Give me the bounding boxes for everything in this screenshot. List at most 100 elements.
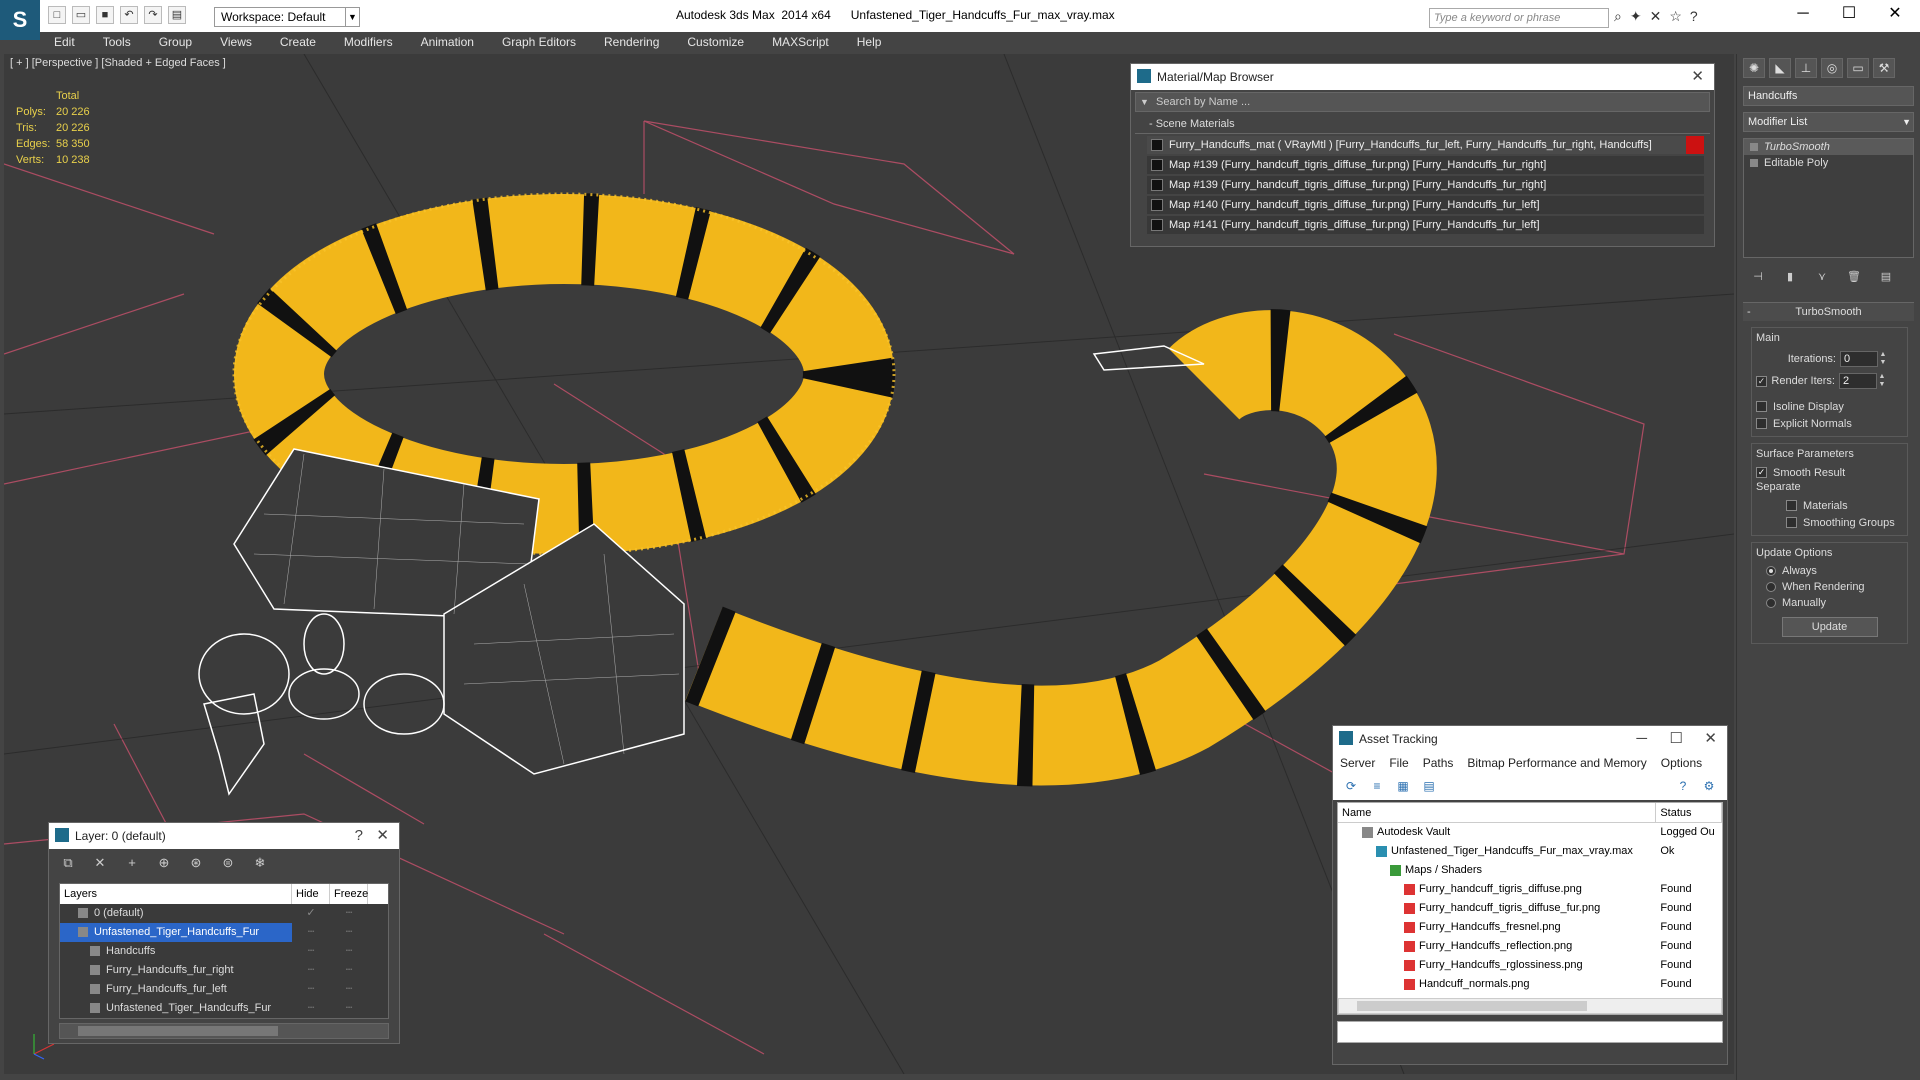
list-view-icon[interactable]: ≡ <box>1369 779 1385 795</box>
create-layer-icon[interactable]: ⧉ <box>59 855 77 873</box>
asset-path-field[interactable] <box>1337 1021 1723 1043</box>
explicit-normals-checkbox[interactable] <box>1756 418 1767 429</box>
menu-paths[interactable]: Paths <box>1416 752 1461 774</box>
freeze-all-layers-icon[interactable]: ❄ <box>251 855 269 873</box>
rollout-header[interactable]: - TurboSmooth <box>1743 303 1914 321</box>
select-in-layer-icon[interactable]: ⊕ <box>155 855 173 873</box>
viewport-label[interactable]: [ + ] [Perspective ] [Shaded + Edged Fac… <box>10 57 226 69</box>
hide-toggle[interactable]: ┄ <box>292 999 330 1018</box>
menu-help[interactable]: Help <box>843 35 896 49</box>
menu-rendering[interactable]: Rendering <box>590 35 673 49</box>
map-item[interactable]: Map #141 (Furry_handcuff_tigris_diffuse_… <box>1147 216 1704 234</box>
asset-row[interactable]: Maps / Shaders <box>1338 861 1722 880</box>
asset-row[interactable]: Furry_Handcuffs_reflection.png Found <box>1338 937 1722 956</box>
close-icon[interactable]: ✕ <box>1691 64 1704 90</box>
menu-group[interactable]: Group <box>145 35 206 49</box>
settings-icon[interactable]: ⚙ <box>1701 779 1717 795</box>
close-icon[interactable]: ✕ <box>376 823 389 849</box>
undo-icon[interactable]: ↶ <box>120 6 138 24</box>
menu-views[interactable]: Views <box>206 35 266 49</box>
freeze-toggle[interactable]: ┄ <box>330 999 368 1018</box>
minimize-icon[interactable]: ─ <box>1636 726 1647 752</box>
menu-options[interactable]: Options <box>1654 752 1709 774</box>
freeze-column-header[interactable]: Freeze <box>330 884 368 904</box>
maximize-button[interactable]: ☐ <box>1826 0 1872 30</box>
menu-maxscript[interactable]: MAXScript <box>758 35 843 49</box>
minimize-button[interactable]: ─ <box>1780 0 1826 30</box>
menu-graph-editors[interactable]: Graph Editors <box>488 35 590 49</box>
layer-row[interactable]: Furry_Handcuffs_fur_left ┄ ┄ <box>60 980 388 999</box>
open-file-icon[interactable]: ▭ <box>72 6 90 24</box>
smoothing-groups-checkbox[interactable] <box>1786 517 1797 528</box>
menu-bitmap-performance[interactable]: Bitmap Performance and Memory <box>1460 752 1653 774</box>
menu-server[interactable]: Server <box>1333 752 1382 774</box>
render-iters-checkbox[interactable]: ✓ <box>1756 375 1767 387</box>
object-name-field[interactable]: Handcuffs <box>1743 86 1914 106</box>
menu-edit[interactable]: Edit <box>40 35 89 49</box>
stack-item-editable-poly[interactable]: Editable Poly <box>1744 155 1913 171</box>
isoline-checkbox[interactable] <box>1756 401 1767 412</box>
asset-row[interactable]: Furry_Handcuffs_fresnel.png Found <box>1338 918 1722 937</box>
freeze-toggle[interactable]: ┄ <box>330 923 368 942</box>
help-icon[interactable]: ? <box>355 823 363 849</box>
search-input[interactable]: Type a keyword or phrase <box>1429 8 1609 28</box>
favorites-star-icon[interactable]: ☆ <box>1669 8 1682 25</box>
always-radio[interactable] <box>1766 566 1776 576</box>
modify-tab-icon[interactable]: ◣ <box>1769 58 1791 78</box>
redo-icon[interactable]: ↷ <box>144 6 162 24</box>
status-column-header[interactable]: Status <box>1656 803 1722 822</box>
manually-radio[interactable] <box>1766 598 1776 608</box>
save-file-icon[interactable]: ■ <box>96 6 114 24</box>
help-icon[interactable]: ? <box>1690 8 1698 25</box>
hierarchy-tab-icon[interactable]: ⊥ <box>1795 58 1817 78</box>
workspace-dropdown[interactable]: Workspace: Default ▼ <box>214 7 360 27</box>
layers-column-header[interactable]: Layers <box>60 884 292 904</box>
scrollbar-thumb[interactable] <box>78 1026 278 1036</box>
layer-row[interactable]: 0 (default) ✓ ┄ <box>60 904 388 923</box>
show-end-result-icon[interactable]: ▮ <box>1781 270 1799 288</box>
material-browser-titlebar[interactable]: Material/Map Browser ✕ <box>1131 64 1714 90</box>
render-iters-spinner[interactable]: 2 <box>1839 373 1877 389</box>
menu-create[interactable]: Create <box>266 35 330 49</box>
layer-window-titlebar[interactable]: Layer: 0 (default) ? ✕ <box>49 823 399 849</box>
modifier-list-dropdown[interactable]: Modifier List ▼ <box>1743 112 1914 132</box>
close-icon[interactable]: ✕ <box>1704 726 1717 752</box>
layer-row[interactable]: Unfastened_Tiger_Handcuffs_Fur ┄ ┄ <box>60 999 388 1018</box>
refresh-icon[interactable]: ⟳ <box>1343 779 1359 795</box>
spinner-arrows-icon[interactable]: ▲ ▼ <box>1878 351 1888 367</box>
remove-modifier-icon[interactable]: 🗑 <box>1845 270 1863 288</box>
map-item[interactable]: Map #139 (Furry_handcuff_tigris_diffuse_… <box>1147 176 1704 194</box>
asset-row[interactable]: Furry_handcuff_tigris_diffuse.png Found <box>1338 880 1722 899</box>
hide-toggle[interactable]: ┄ <box>292 961 330 980</box>
horizontal-scrollbar[interactable] <box>1338 998 1722 1014</box>
scene-materials-group[interactable]: - Scene Materials <box>1135 118 1710 134</box>
asset-row[interactable]: Furry_handcuff_tigris_diffuse_fur.png Fo… <box>1338 899 1722 918</box>
display-tab-icon[interactable]: ▭ <box>1847 58 1869 78</box>
help-icon[interactable]: ? <box>1675 779 1691 795</box>
name-column-header[interactable]: Name <box>1338 803 1657 822</box>
freeze-toggle[interactable]: ┄ <box>330 980 368 999</box>
map-item[interactable]: Map #140 (Furry_handcuff_tigris_diffuse_… <box>1147 196 1704 214</box>
layer-row[interactable]: Unfastened_Tiger_Handcuffs_Fur ┄ ┄ <box>60 923 388 942</box>
materials-checkbox[interactable] <box>1786 500 1797 511</box>
freeze-toggle[interactable]: ┄ <box>330 904 368 923</box>
utilities-tab-icon[interactable]: ⚒ <box>1873 58 1895 78</box>
table-view-icon[interactable]: ▤ <box>1421 779 1437 795</box>
make-unique-icon[interactable]: ⋎ <box>1813 270 1831 288</box>
highlight-layer-icon[interactable]: ⊛ <box>187 855 205 873</box>
smooth-result-checkbox[interactable]: ✓ <box>1756 467 1767 478</box>
hide-toggle[interactable]: ┄ <box>292 980 330 999</box>
pin-stack-icon[interactable]: ⊣ <box>1749 270 1767 288</box>
asset-row[interactable]: Handcuff_normals.png Found <box>1338 975 1722 994</box>
update-button[interactable]: Update <box>1781 617 1878 637</box>
close-button[interactable]: ✕ <box>1872 0 1918 30</box>
horizontal-scrollbar[interactable] <box>59 1023 389 1039</box>
asset-tracking-titlebar[interactable]: Asset Tracking ─ ☐ ✕ <box>1333 726 1727 752</box>
menu-file[interactable]: File <box>1382 752 1415 774</box>
map-item[interactable]: Map #139 (Furry_handcuff_tigris_diffuse_… <box>1147 156 1704 174</box>
layer-row[interactable]: Handcuffs ┄ ┄ <box>60 942 388 961</box>
layer-row[interactable]: Furry_Handcuffs_fur_right ┄ ┄ <box>60 961 388 980</box>
communication-icon[interactable]: ✕ <box>1650 8 1662 25</box>
iterations-spinner[interactable]: 0 <box>1840 351 1878 367</box>
subscription-icon[interactable]: ✦ <box>1630 8 1642 25</box>
